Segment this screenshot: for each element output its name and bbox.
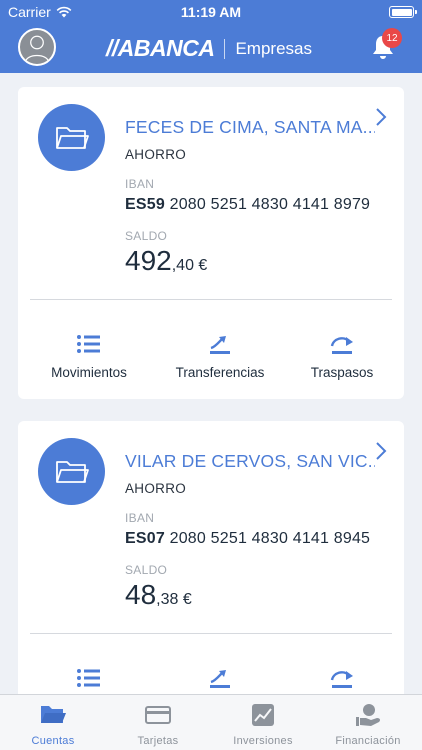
iban-prefix: ES59 (125, 196, 165, 213)
transferencias-button[interactable] (155, 667, 285, 689)
account-type: AHORRO (125, 147, 187, 162)
brand-name: //ABANCA (106, 35, 215, 61)
tab-financiacion[interactable]: Financiación (318, 703, 418, 747)
account-name[interactable]: VILAR DE CERVOS, SAN VIC... (125, 451, 375, 472)
tab-cuentas[interactable]: Cuentas (3, 703, 103, 747)
iban-number: 2080 5251 4830 4141 8945 (169, 530, 371, 547)
traspasos-label: Traspasos (310, 365, 374, 380)
balance-integer: 492 (125, 245, 172, 276)
chevron-right-icon[interactable] (375, 441, 387, 461)
traspasos-button[interactable] (277, 667, 407, 689)
tab-label: Financiación (335, 735, 401, 747)
saldo-label: SALDO (125, 563, 168, 577)
card-icon (145, 706, 171, 724)
status-bar: Carrier 11:19 AM (0, 0, 422, 24)
balance-decimal: ,38 € (156, 591, 192, 608)
account-card[interactable]: VILAR DE CERVOS, SAN VIC... AHORRO IBAN … (18, 421, 404, 711)
folder-icon (41, 706, 66, 723)
avatar[interactable] (18, 28, 56, 66)
tab-bar: Cuentas Tarjetas Inversiones Financiació… (0, 694, 422, 750)
account-icon-circle (38, 438, 105, 505)
iban-value: ES59 2080 5251 4830 4141 8979 (125, 196, 370, 214)
account-type: AHORRO (125, 481, 187, 496)
chart-icon (252, 704, 274, 726)
tab-label: Cuentas (31, 735, 75, 747)
brand-logo: //ABANCA Empresas (106, 35, 312, 62)
clock: 11:19 AM (180, 4, 242, 20)
iban-label: IBAN (125, 177, 155, 191)
movimientos-button[interactable]: Movimientos (24, 333, 154, 380)
chevron-right-icon[interactable] (375, 107, 387, 127)
tab-tarjetas[interactable]: Tarjetas (108, 703, 208, 747)
brand-subtitle: Empresas (235, 38, 312, 58)
account-icon-circle (38, 104, 105, 171)
transfer-icon (210, 336, 230, 354)
traspaso-icon (330, 671, 353, 688)
tab-label: Tarjetas (137, 735, 179, 747)
brand-divider (224, 38, 226, 59)
account-card[interactable]: FECES DE CIMA, SANTA MA... AHORRO IBAN E… (18, 87, 404, 399)
divider (30, 633, 392, 634)
iban-number: 2080 5251 4830 4141 8979 (169, 196, 371, 213)
traspasos-button[interactable]: Traspasos (277, 333, 407, 380)
list-icon (77, 669, 100, 687)
traspaso-icon (330, 337, 353, 354)
folder-icon (55, 460, 89, 483)
iban-value: ES07 2080 5251 4830 4141 8945 (125, 530, 370, 548)
account-name[interactable]: FECES DE CIMA, SANTA MA... (125, 117, 375, 138)
saldo-label: SALDO (125, 229, 168, 243)
folder-icon (55, 126, 89, 149)
balance-decimal: ,40 € (171, 257, 208, 274)
iban-label: IBAN (125, 511, 155, 525)
list-icon (77, 335, 100, 353)
tab-label: Inversiones (233, 735, 293, 747)
balance: 492,40 € (125, 245, 207, 277)
financing-icon (356, 704, 381, 726)
tab-inversiones[interactable]: Inversiones (213, 703, 313, 747)
app-header: Carrier 11:19 AM //ABANCA Empresas 12 (0, 0, 422, 73)
movimientos-button[interactable] (24, 667, 154, 689)
divider (30, 299, 392, 300)
notification-badge[interactable]: 12 (382, 28, 402, 48)
movimientos-label: Movimientos (51, 365, 127, 380)
transferencias-button[interactable]: Transferencias (155, 333, 285, 380)
iban-prefix: ES07 (125, 530, 165, 547)
transfer-icon (210, 670, 230, 688)
user-icon (24, 35, 50, 63)
balance-integer: 48 (125, 579, 157, 610)
balance: 48,38 € (125, 579, 192, 611)
battery-icon (389, 6, 417, 18)
transferencias-label: Transferencias (175, 365, 265, 380)
